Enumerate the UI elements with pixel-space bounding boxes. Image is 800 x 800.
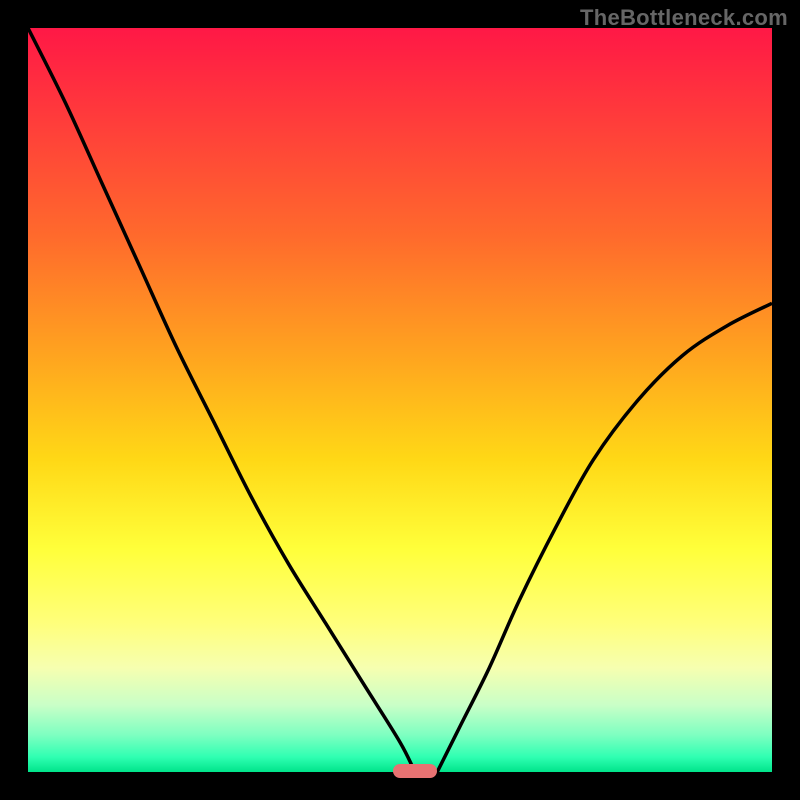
right-curve <box>437 303 772 772</box>
chart-frame: TheBottleneck.com <box>0 0 800 800</box>
curve-layer <box>28 28 772 772</box>
plot-area <box>28 28 772 772</box>
bottleneck-marker <box>393 764 438 778</box>
watermark-text: TheBottleneck.com <box>580 5 788 31</box>
left-curve <box>28 28 415 772</box>
